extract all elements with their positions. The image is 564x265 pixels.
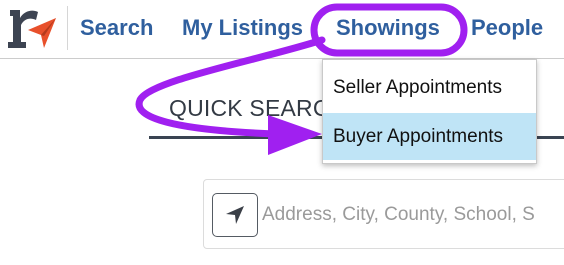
menu-item-buyer-appointments[interactable]: Buyer Appointments xyxy=(323,113,536,160)
quick-search-heading: QUICK SEARCH xyxy=(169,95,347,121)
logo-r-icon xyxy=(8,10,56,48)
menu-item-seller-appointments[interactable]: Seller Appointments xyxy=(323,64,536,111)
nav-my-listings[interactable]: My Listings xyxy=(182,15,303,41)
app-logo[interactable] xyxy=(6,6,58,52)
current-location-button[interactable] xyxy=(212,193,258,237)
nav-showings[interactable]: Showings xyxy=(336,15,440,41)
location-arrow-icon xyxy=(226,206,244,224)
quick-search-input[interactable] xyxy=(262,197,564,233)
nav-divider xyxy=(67,6,68,50)
nav-search[interactable]: Search xyxy=(80,15,153,41)
nav-people[interactable]: People xyxy=(471,15,543,41)
showings-dropdown-menu: Seller Appointments Buyer Appointments xyxy=(322,59,537,164)
